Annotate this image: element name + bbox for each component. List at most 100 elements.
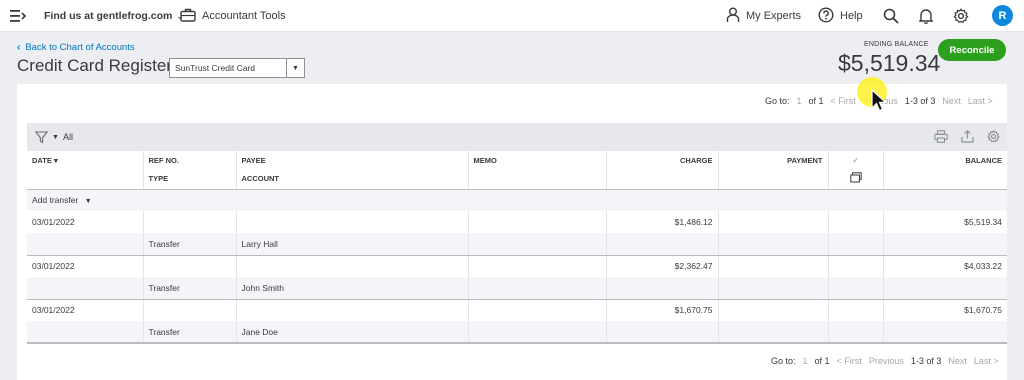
table-tools: [933, 128, 1001, 144]
column-header-memo-2: [467, 169, 606, 190]
goto-label: Go to:: [771, 356, 796, 366]
filter-funnel-icon[interactable]: [35, 130, 48, 144]
cell-status: [827, 299, 883, 321]
table-settings-gear-icon[interactable]: [985, 128, 1001, 144]
cell-date: 03/01/2022: [27, 299, 143, 321]
account-select-value: SunTrust Credit Card: [175, 63, 255, 73]
export-icon[interactable]: [959, 128, 975, 144]
last-page-link[interactable]: Last >: [968, 96, 993, 106]
cell-ref: [142, 211, 236, 233]
cell-date: 03/01/2022: [27, 211, 143, 233]
first-page-link[interactable]: < First: [831, 96, 856, 106]
person-icon: [726, 7, 740, 26]
column-header-payment: PAYMENT: [717, 151, 828, 169]
page-range-label: 1-3 of 3: [904, 96, 936, 106]
next-page-link[interactable]: Next: [942, 96, 961, 106]
page-number-input[interactable]: 1: [797, 96, 802, 106]
cell-balance: $4,033.22: [882, 255, 1007, 277]
previous-page-link[interactable]: Previous: [869, 356, 904, 366]
help-button[interactable]: Help: [818, 0, 863, 32]
caret-down-icon: ▼: [84, 198, 92, 206]
cell-payee: [235, 211, 468, 233]
cell-blank: [827, 321, 883, 344]
table-row[interactable]: 03/01/2022 $1,670.75 $1,670.75: [27, 299, 1007, 321]
accountant-tools-button[interactable]: Accountant Tools: [180, 0, 286, 32]
cell-ref: [142, 255, 236, 277]
cell-status: [827, 255, 883, 277]
filter-caret-icon[interactable]: ▼: [52, 134, 59, 141]
page-range-label: 1-3 of 3: [910, 356, 942, 366]
cell-blank: [27, 277, 143, 300]
back-link-label: Back to Chart of Accounts: [25, 42, 135, 53]
page-number-input[interactable]: 1: [803, 356, 808, 366]
cell-ref: [142, 299, 236, 321]
column-header-charge-2: [605, 169, 718, 190]
column-header-date[interactable]: DATE ▾: [27, 151, 143, 169]
cell-payee: [235, 299, 468, 321]
cell-memo: [467, 211, 606, 233]
last-page-link[interactable]: Last >: [974, 356, 999, 366]
add-transfer-dropdown[interactable]: Add transfer ▼: [27, 189, 1007, 211]
column-header-account: ACCOUNT: [235, 169, 468, 190]
print-icon[interactable]: [933, 128, 949, 144]
first-page-link[interactable]: < First: [837, 356, 862, 366]
filter-label[interactable]: All: [63, 132, 73, 142]
help-label: Help: [840, 10, 863, 22]
menu-toggle-icon[interactable]: [10, 0, 26, 32]
table-row-detail[interactable]: Transfer John Smith: [27, 277, 1007, 300]
cell-blank: [882, 233, 1007, 256]
briefcase-icon: [180, 8, 196, 25]
page-of-label: of 1: [808, 96, 824, 106]
table-row[interactable]: 03/01/2022 $1,486.12 $5,519.34: [27, 211, 1007, 233]
cell-charge: $1,486.12: [605, 211, 718, 233]
cell-payment: [717, 255, 828, 277]
chevron-left-icon: ‹: [17, 42, 21, 53]
cell-status: [827, 211, 883, 233]
register-card: Go to: 1 of 1 < First Previous 1-3 of 3 …: [17, 84, 1007, 380]
page-of-label: of 1: [814, 356, 830, 366]
back-to-chart-of-accounts-link[interactable]: ‹ Back to Chart of Accounts: [17, 42, 135, 53]
cell-blank: [882, 277, 1007, 300]
column-header-charge: CHARGE: [605, 151, 718, 169]
gear-icon[interactable]: [950, 5, 972, 27]
cell-type: Transfer: [142, 277, 236, 300]
avatar[interactable]: R: [992, 5, 1013, 26]
column-header-type: TYPE: [142, 169, 236, 190]
company-switcher[interactable]: Find us at gentlefrog.com ⌄: [44, 0, 184, 32]
cell-date: 03/01/2022: [27, 255, 143, 277]
mouse-pointer-icon: [871, 88, 888, 118]
search-icon[interactable]: [880, 5, 902, 27]
copy-icon[interactable]: [827, 169, 883, 190]
table-row-detail[interactable]: Transfer Jane Doe: [27, 321, 1007, 344]
cell-charge: $2,362.47: [605, 255, 718, 277]
column-header-blank: [27, 169, 143, 190]
column-header-memo: MEMO: [467, 151, 606, 169]
cell-blank: [882, 321, 1007, 344]
company-name: Find us at gentlefrog.com: [44, 10, 173, 22]
cell-payee: [235, 255, 468, 277]
page-title: Credit Card Register: [17, 56, 172, 75]
cell-blank: [27, 321, 143, 344]
register-table: DATE ▾ REF NO. PAYEE MEMO CHARGE PAYMENT…: [27, 151, 1007, 344]
cell-balance: $5,519.34: [882, 211, 1007, 233]
column-header-payee: PAYEE: [235, 151, 468, 169]
column-header-balance-2: [882, 169, 1007, 190]
table-row-detail[interactable]: Transfer Larry Hall: [27, 233, 1007, 256]
table-row[interactable]: 03/01/2022 $2,362.47 $4,033.22: [27, 255, 1007, 277]
pagination-bottom: Go to: 1 of 1 < First Previous 1-3 of 3 …: [771, 356, 1006, 366]
add-transfer-label: Add transfer: [32, 195, 79, 206]
cell-blank: [467, 277, 606, 300]
my-experts-button[interactable]: My Experts: [726, 0, 801, 32]
dropdown-arrow-icon[interactable]: ▼: [286, 59, 304, 77]
next-page-link[interactable]: Next: [948, 356, 967, 366]
goto-label: Go to:: [765, 96, 790, 106]
question-circle-icon: [818, 6, 834, 26]
cell-blank: [605, 233, 718, 256]
filter-bar: ▼ All: [27, 123, 1007, 151]
date-header-label: DATE: [32, 155, 52, 165]
checkmark-icon: ✓: [852, 155, 859, 165]
cell-type: Transfer: [142, 233, 236, 256]
bell-icon[interactable]: [915, 5, 937, 27]
reconcile-button[interactable]: Reconcile: [938, 39, 1006, 61]
account-select[interactable]: SunTrust Credit Card ▼: [169, 58, 305, 78]
